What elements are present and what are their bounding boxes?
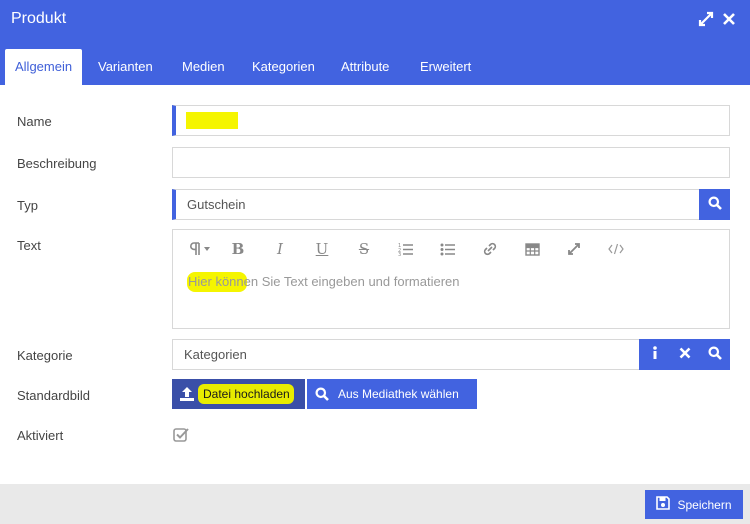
typ-search-button[interactable] — [699, 189, 730, 220]
save-button[interactable]: Speichern — [645, 490, 743, 519]
kategorie-label: Kategorie — [17, 348, 73, 363]
svg-text:3: 3 — [398, 252, 401, 256]
beschreibung-input[interactable] — [172, 147, 730, 178]
tab-bar: Allgemein Varianten Medien Kategorien At… — [0, 40, 750, 85]
tab-attribute[interactable]: Attribute — [331, 49, 399, 85]
window-titlebar: Produkt — [0, 0, 750, 40]
search-icon — [708, 346, 722, 363]
name-label: Name — [17, 114, 52, 129]
kategorie-info-button[interactable] — [639, 339, 670, 370]
code-view-icon[interactable] — [605, 239, 627, 259]
tab-varianten[interactable]: Varianten — [88, 49, 163, 85]
kategorie-clear-button[interactable] — [669, 339, 700, 370]
floppy-disk-icon — [656, 496, 671, 513]
search-icon — [708, 196, 722, 213]
underline-icon[interactable]: U — [311, 239, 333, 259]
ordered-list-icon[interactable]: 123 — [395, 239, 417, 259]
tab-kategorien[interactable]: Kategorien — [242, 49, 325, 85]
clear-icon — [679, 347, 691, 362]
search-icon — [315, 387, 329, 404]
table-icon[interactable] — [521, 239, 543, 259]
bold-icon[interactable]: B — [227, 239, 249, 259]
close-icon[interactable] — [722, 11, 736, 27]
rich-text-editor[interactable]: B I U S 123 Hier können Sie Text eingebe… — [172, 229, 730, 329]
italic-icon[interactable]: I — [269, 239, 291, 259]
choose-from-library-label: Aus Mediathek wählen — [338, 387, 459, 401]
typ-value: Gutschein — [187, 197, 246, 212]
link-icon[interactable] — [479, 239, 501, 259]
kategorie-value: Kategorien — [184, 347, 247, 362]
window-controls — [698, 11, 736, 27]
upload-icon — [179, 386, 195, 405]
name-input[interactable] — [172, 105, 730, 136]
unordered-list-icon[interactable] — [437, 239, 459, 259]
save-label: Speichern — [677, 497, 732, 512]
typ-label: Typ — [17, 198, 38, 213]
beschreibung-label: Beschreibung — [17, 156, 97, 171]
upload-file-label: Datei hochladen — [203, 387, 290, 401]
info-icon — [651, 346, 659, 363]
upload-file-button[interactable]: Datei hochladen — [172, 379, 305, 409]
fullscreen-icon[interactable] — [563, 239, 585, 259]
dialog-footer: Speichern — [0, 484, 750, 524]
highlight-mark — [186, 112, 238, 129]
kategorie-search-button[interactable] — [699, 339, 730, 370]
paragraph-icon[interactable] — [187, 239, 215, 259]
kategorie-input[interactable]: Kategorien — [172, 339, 730, 370]
maximize-icon[interactable] — [698, 11, 714, 27]
strikethrough-icon[interactable]: S — [353, 239, 375, 259]
aktiviert-checkbox[interactable] — [173, 427, 189, 445]
editor-placeholder: Hier können Sie Text eingeben und format… — [188, 274, 460, 289]
typ-input[interactable]: Gutschein — [172, 189, 730, 220]
text-label: Text — [17, 238, 41, 253]
standardbild-label: Standardbild — [17, 388, 90, 403]
window-title: Produkt — [11, 10, 67, 27]
tab-medien[interactable]: Medien — [172, 49, 235, 85]
choose-from-library-button[interactable]: Aus Mediathek wählen — [307, 379, 477, 409]
aktiviert-label: Aktiviert — [17, 428, 64, 443]
tab-erweitert[interactable]: Erweitert — [410, 49, 481, 85]
tab-allgemein[interactable]: Allgemein — [5, 49, 83, 85]
